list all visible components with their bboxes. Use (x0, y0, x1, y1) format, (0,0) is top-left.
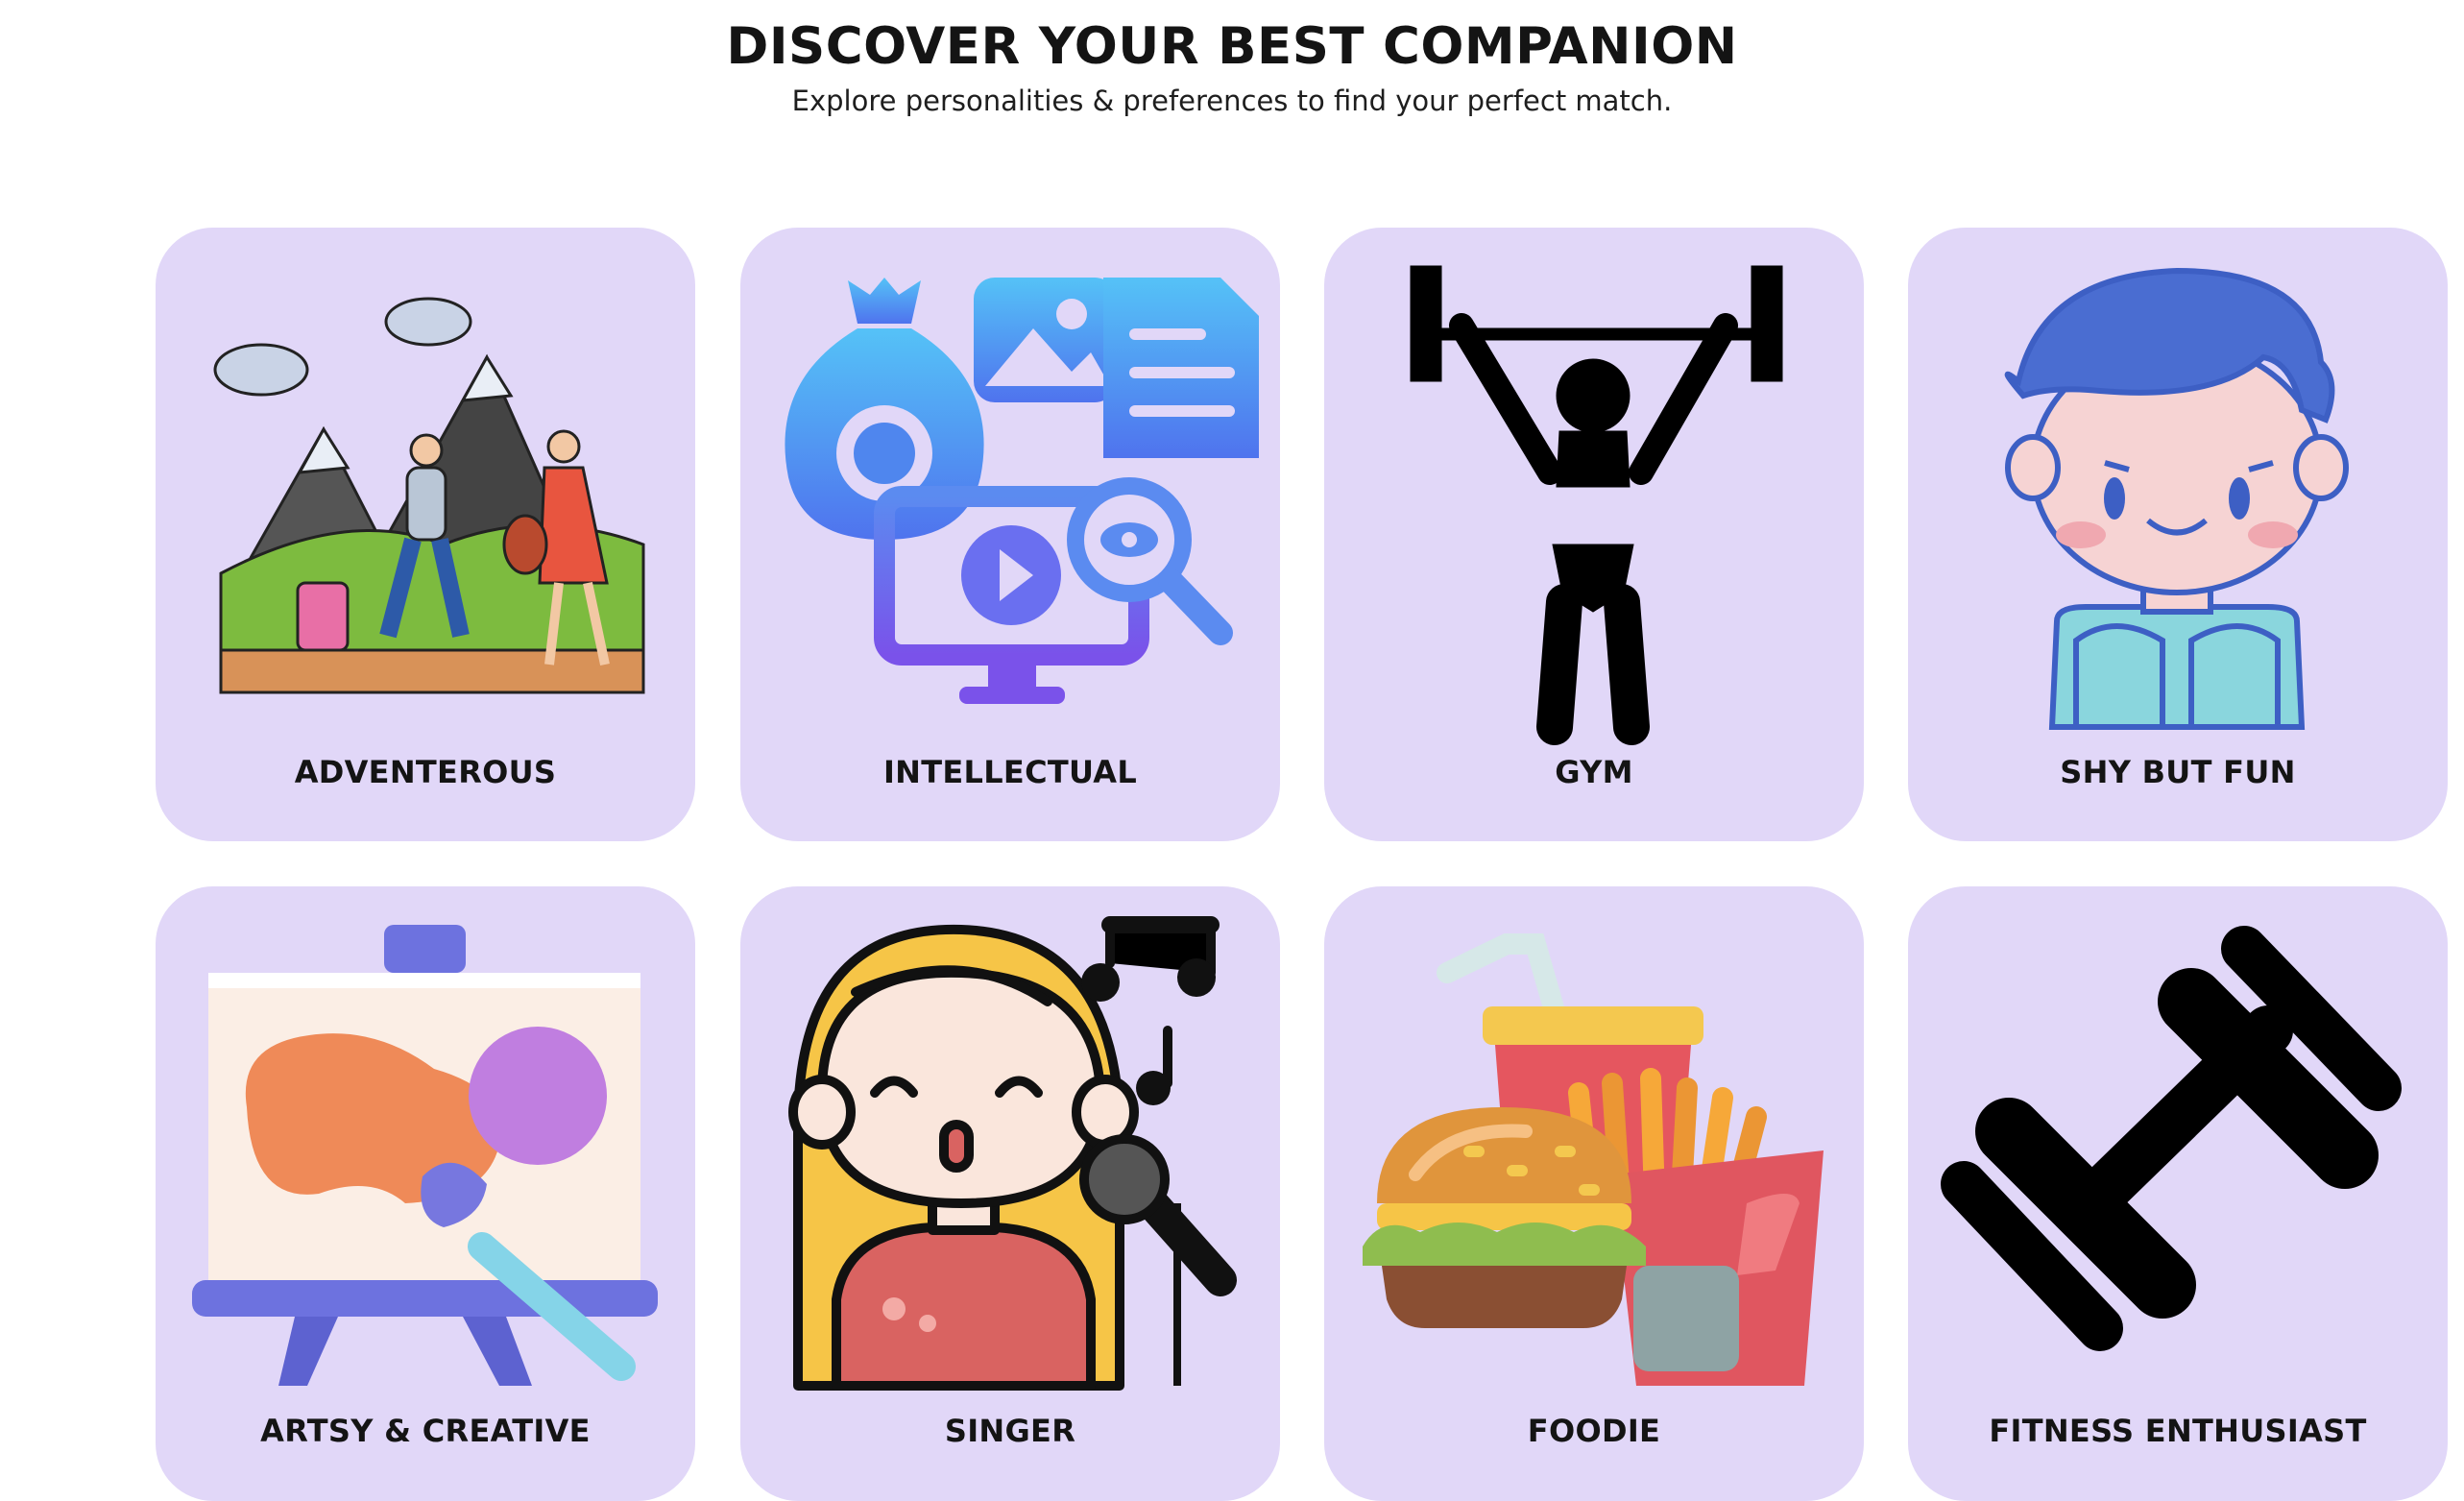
card-label: INTELLECTUAL (882, 754, 1138, 790)
card-shy-but-fun[interactable]: SHY BUT FUN (1908, 228, 2448, 841)
card-label: ARTSY & CREATIVE (260, 1413, 591, 1449)
singer-microphone-icon (740, 886, 1280, 1405)
card-label: FOODIE (1527, 1413, 1661, 1449)
card-fitness-enthusiast[interactable]: FITNESS ENTHUSIAST (1908, 886, 2448, 1501)
easel-painting-icon (156, 886, 695, 1405)
card-adventerous[interactable]: ADVENTEROUS (156, 228, 695, 841)
card-artsy-creative[interactable]: ARTSY & CREATIVE (156, 886, 695, 1501)
page-title: DISCOVER YOUR BEST COMPANION (726, 17, 1738, 76)
dumbbell-icon (1908, 886, 2448, 1405)
card-label: FITNESS ENTHUSIAST (1989, 1413, 2367, 1449)
page-subtitle: Explore personalities & preferences to f… (791, 85, 1673, 117)
card-gym[interactable]: GYM (1324, 228, 1864, 841)
hikers-mountains-icon (156, 228, 695, 746)
knowledge-media-icon (740, 228, 1280, 746)
weightlifter-icon (1324, 228, 1864, 746)
shy-boy-icon (1908, 228, 2448, 746)
card-singer[interactable]: SINGER (740, 886, 1280, 1501)
card-label: SINGER (944, 1413, 1076, 1449)
card-intellectual[interactable]: INTELLECTUAL (740, 228, 1280, 841)
card-foodie[interactable]: FOODIE (1324, 886, 1864, 1501)
card-label: ADVENTEROUS (294, 754, 557, 790)
card-label: GYM (1555, 754, 1633, 790)
card-label: SHY BUT FUN (2060, 754, 2296, 790)
burger-fries-icon (1324, 886, 1864, 1405)
